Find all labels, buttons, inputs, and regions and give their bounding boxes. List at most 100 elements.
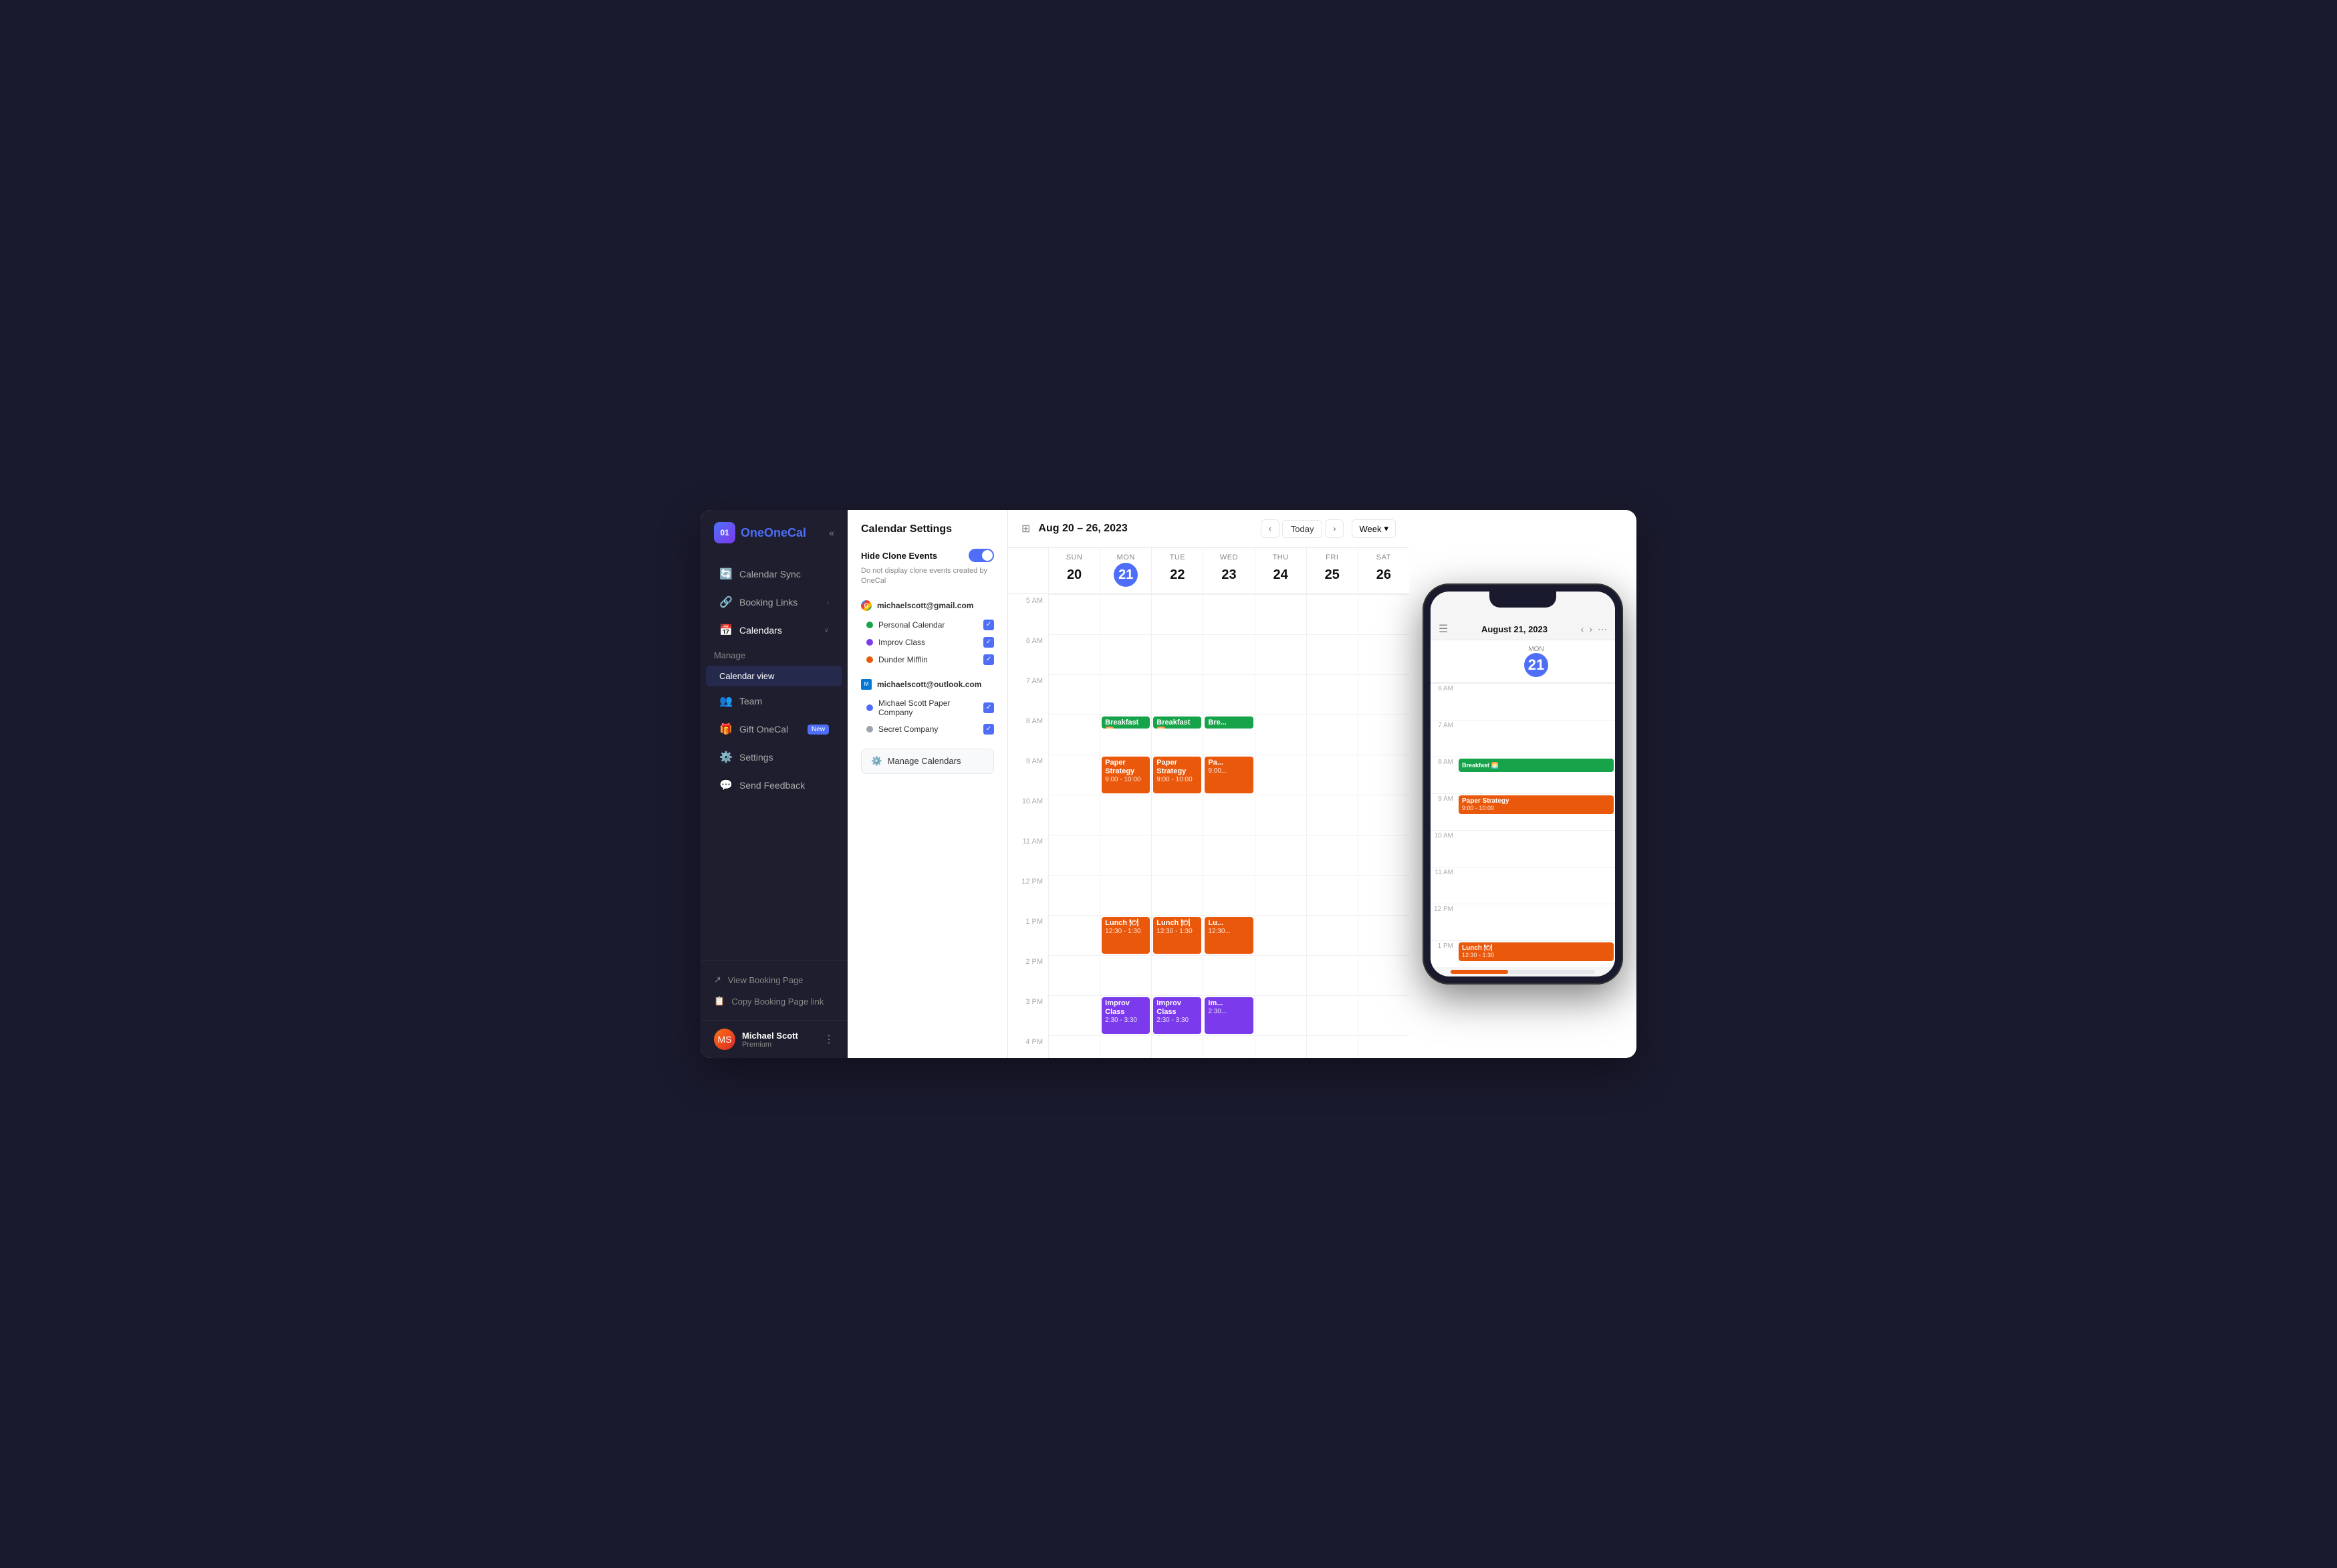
event-block[interactable]: Lunch 🍽12:30 - 1:30	[1153, 917, 1201, 954]
event-block[interactable]: Paper Strategy9:00 - 10:00	[1102, 757, 1150, 793]
phone-prev-icon[interactable]: ‹	[1581, 624, 1584, 634]
view-booking-page-link[interactable]: ↗ View Booking Page	[701, 969, 848, 991]
time-cell[interactable]	[1306, 835, 1358, 875]
time-cell[interactable]	[1306, 915, 1358, 955]
time-cell[interactable]	[1358, 955, 1409, 995]
week-select[interactable]: Week ▾	[1352, 519, 1396, 538]
time-cell[interactable]	[1203, 1035, 1254, 1058]
calendar-item-secret-company[interactable]: Secret Company ✓	[861, 721, 994, 738]
time-cell[interactable]: Breakfast 🌅	[1100, 714, 1151, 755]
time-cell[interactable]: Improv Class2:30 - 3:30	[1100, 995, 1151, 1035]
time-cell[interactable]	[1203, 594, 1254, 634]
time-cell[interactable]	[1048, 674, 1100, 714]
time-cell[interactable]	[1048, 915, 1100, 955]
hide-clone-toggle[interactable]	[969, 549, 994, 562]
time-cell[interactable]	[1255, 674, 1306, 714]
time-cell[interactable]	[1358, 995, 1409, 1035]
time-cell[interactable]	[1100, 674, 1151, 714]
time-cell[interactable]	[1048, 755, 1100, 795]
time-cell[interactable]	[1306, 955, 1358, 995]
time-cell[interactable]: Lunch 🍽12:30 - 1:30	[1151, 915, 1203, 955]
time-cell[interactable]	[1358, 594, 1409, 634]
time-cell[interactable]	[1048, 795, 1100, 835]
time-cell[interactable]	[1151, 594, 1203, 634]
time-cell[interactable]	[1048, 835, 1100, 875]
time-cell[interactable]	[1358, 835, 1409, 875]
time-cell[interactable]	[1255, 594, 1306, 634]
sidebar-item-settings[interactable]: ⚙️ Settings	[706, 744, 842, 771]
time-cell[interactable]	[1048, 995, 1100, 1035]
time-cell[interactable]: Breakfast 🌅	[1151, 714, 1203, 755]
sidebar-item-calendar-sync[interactable]: 🔄 Calendar Sync	[706, 561, 842, 587]
event-block[interactable]: Im...2:30...	[1205, 997, 1253, 1034]
time-cell[interactable]	[1306, 755, 1358, 795]
time-cell[interactable]	[1203, 634, 1254, 674]
time-cell[interactable]	[1358, 1035, 1409, 1058]
calendar-item-personal[interactable]: Personal Calendar ✓	[861, 616, 994, 634]
phone-event[interactable]: Lunch 🍽12:30 - 1:30	[1459, 942, 1614, 961]
sidebar-item-team[interactable]: 👥 Team	[706, 688, 842, 714]
time-cell[interactable]	[1358, 714, 1409, 755]
event-block[interactable]: Improv Class2:30 - 3:30	[1153, 997, 1201, 1034]
time-cell[interactable]	[1255, 1035, 1306, 1058]
calendar-checkbox[interactable]: ✓	[983, 654, 994, 665]
user-menu-button[interactable]: ⋮	[824, 1033, 834, 1046]
manage-calendars-button[interactable]: ⚙️ Manage Calendars	[861, 749, 994, 774]
time-cell[interactable]: Lu...12:30...	[1203, 915, 1254, 955]
phone-menu-icon[interactable]: ☰	[1439, 622, 1448, 636]
calendar-toggle-icon[interactable]: ⊞	[1021, 522, 1030, 535]
time-cell[interactable]	[1100, 594, 1151, 634]
calendar-checkbox[interactable]: ✓	[983, 724, 994, 735]
time-cell[interactable]	[1203, 875, 1254, 915]
time-cell[interactable]	[1358, 634, 1409, 674]
time-cell[interactable]: Lunch 🍽12:30 - 1:30	[1100, 915, 1151, 955]
time-cell[interactable]	[1255, 755, 1306, 795]
phone-event[interactable]: Paper Strategy9:00 - 10:00	[1459, 795, 1614, 814]
time-cell[interactable]	[1306, 714, 1358, 755]
time-cell[interactable]: Paper Strategy9:00 - 10:00	[1100, 755, 1151, 795]
phone-next-icon[interactable]: ›	[1589, 624, 1592, 634]
time-cell[interactable]	[1100, 955, 1151, 995]
time-cell[interactable]	[1203, 835, 1254, 875]
time-cell[interactable]	[1255, 915, 1306, 955]
time-cell[interactable]	[1306, 674, 1358, 714]
time-cell[interactable]	[1255, 634, 1306, 674]
time-cell[interactable]	[1255, 875, 1306, 915]
event-block[interactable]: Pa...9:00...	[1205, 757, 1253, 793]
time-cell[interactable]	[1255, 995, 1306, 1035]
time-cell[interactable]: Pa...9:00...	[1203, 755, 1254, 795]
time-cell[interactable]	[1203, 674, 1254, 714]
copy-booking-page-link[interactable]: 📋 Copy Booking Page link	[701, 991, 848, 1012]
time-cell[interactable]	[1048, 1035, 1100, 1058]
time-cell[interactable]	[1306, 795, 1358, 835]
time-cell[interactable]	[1255, 835, 1306, 875]
time-cell[interactable]	[1151, 795, 1203, 835]
time-cell[interactable]	[1151, 835, 1203, 875]
time-cell[interactable]	[1306, 634, 1358, 674]
time-cell[interactable]	[1100, 795, 1151, 835]
time-cell[interactable]	[1306, 594, 1358, 634]
sidebar-item-booking-links[interactable]: 🔗 Booking Links ›	[706, 589, 842, 616]
time-cell[interactable]	[1048, 714, 1100, 755]
event-block[interactable]: Paper Strategy9:00 - 10:00	[1153, 757, 1201, 793]
event-block[interactable]: Breakfast 🌅	[1153, 716, 1201, 729]
sidebar-item-send-feedback[interactable]: 💬 Send Feedback	[706, 772, 842, 799]
phone-event[interactable]: Breakfast 🌅	[1459, 759, 1614, 772]
sidebar-collapse-icon[interactable]: «	[829, 527, 834, 538]
time-cell[interactable]	[1100, 835, 1151, 875]
time-cell[interactable]	[1306, 875, 1358, 915]
event-block[interactable]: Bre...	[1205, 716, 1253, 729]
time-cell[interactable]: Im...2:30...	[1203, 995, 1254, 1035]
next-arrow[interactable]: ›	[1325, 519, 1344, 538]
time-cell[interactable]	[1100, 634, 1151, 674]
event-block[interactable]: Improv Class2:30 - 3:30	[1102, 997, 1150, 1034]
sidebar-sub-item-manage[interactable]: Manage	[701, 645, 848, 666]
calendar-item-paper-company[interactable]: Michael Scott Paper Company ✓	[861, 695, 994, 721]
time-cell[interactable]: Improv Class2:30 - 3:30	[1151, 995, 1203, 1035]
time-cell[interactable]	[1358, 755, 1409, 795]
time-cell[interactable]	[1100, 1035, 1151, 1058]
sidebar-item-calendars[interactable]: 📅 Calendars ∨	[706, 617, 842, 644]
time-cell[interactable]	[1358, 795, 1409, 835]
calendar-item-dunder[interactable]: Dunder Mifflin ✓	[861, 651, 994, 668]
time-cell[interactable]	[1203, 955, 1254, 995]
